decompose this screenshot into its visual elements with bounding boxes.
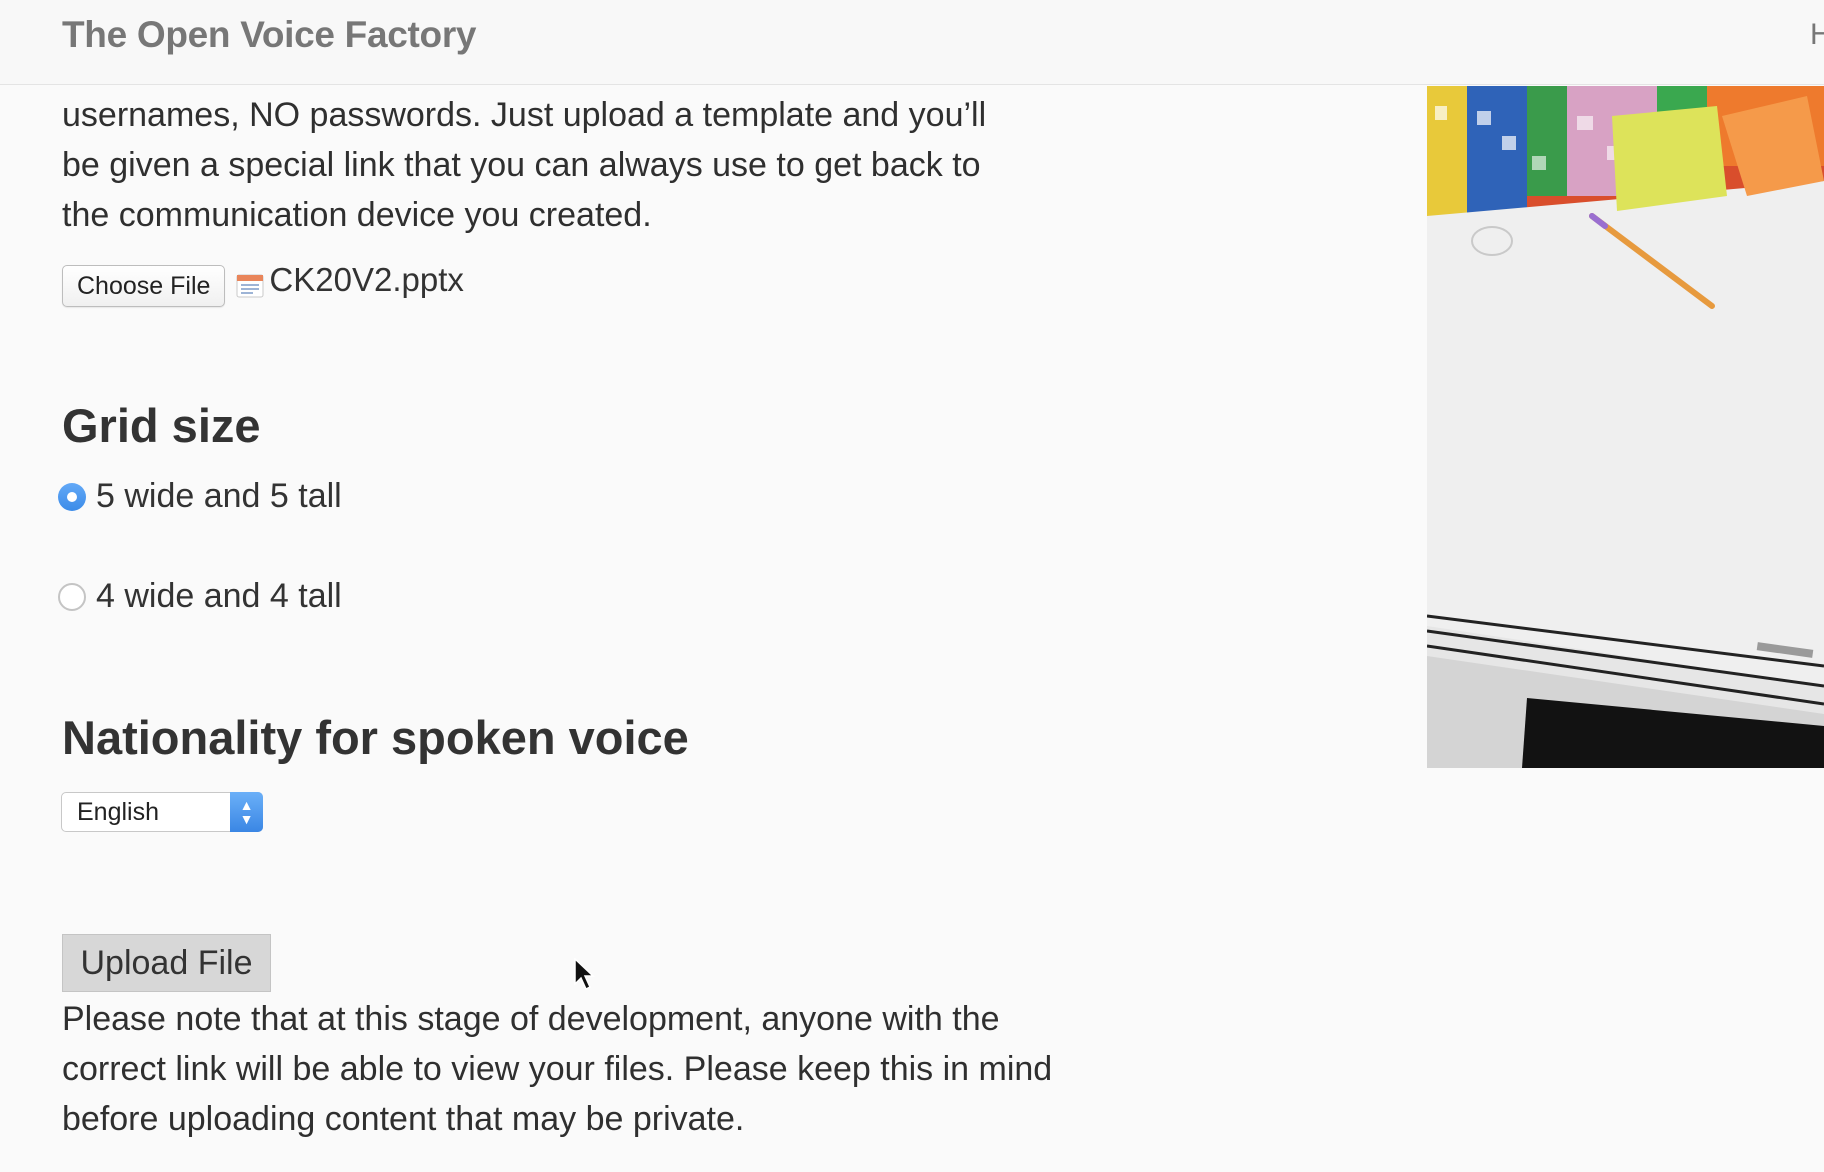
desk-photo xyxy=(1427,86,1824,768)
grid-option-label: 4 wide and 4 tall xyxy=(96,577,342,615)
navbar: The Open Voice Factory H xyxy=(0,0,1824,85)
file-input-row: Choose File CK20V2.pptx xyxy=(62,261,464,310)
chevron-updown-icon[interactable]: ▲ ▼ xyxy=(230,792,263,832)
grid-option-4x4[interactable]: 4 wide and 4 tall xyxy=(58,577,342,616)
choose-file-button[interactable]: Choose File xyxy=(62,265,226,307)
mouse-pointer-icon xyxy=(574,958,595,991)
grid-option-label: 5 wide and 5 tall xyxy=(96,477,342,515)
radio-button-selected[interactable] xyxy=(58,482,86,511)
nationality-select-value: English xyxy=(77,797,159,826)
privacy-note: Please note that at this stage of develo… xyxy=(62,1000,1053,1138)
upload-file-button[interactable]: Upload File xyxy=(62,934,271,992)
file-icon xyxy=(235,271,265,301)
hero-image xyxy=(1427,86,1824,768)
grid-size-heading: Grid size xyxy=(62,399,261,452)
nationality-heading: Nationality for spoken voice xyxy=(62,711,689,764)
nationality-select[interactable]: English ▲ ▼ xyxy=(61,792,263,832)
grid-option-5x5[interactable]: 5 wide and 5 tall xyxy=(58,477,342,516)
selected-file-name: CK20V2.pptx xyxy=(269,261,464,298)
intro-paragraph: usernames, NO passwords. Just upload a t… xyxy=(62,96,987,234)
nav-link-truncated[interactable]: H xyxy=(1810,18,1824,52)
radio-button[interactable] xyxy=(58,582,86,611)
page: The Open Voice Factory H usernames, NO p… xyxy=(0,0,1824,1172)
brand-link[interactable]: The Open Voice Factory xyxy=(62,14,477,56)
